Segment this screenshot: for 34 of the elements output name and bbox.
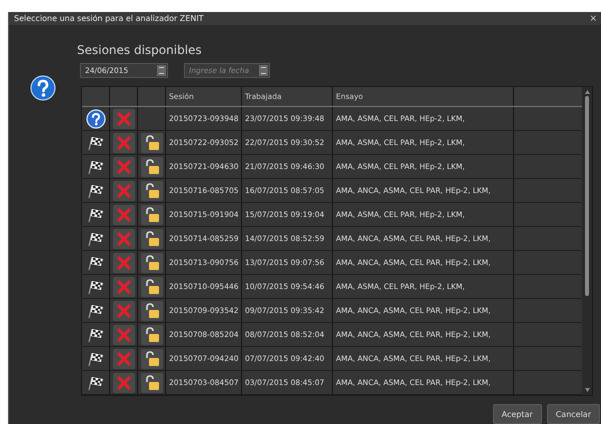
unlocked-padlock-button[interactable] xyxy=(140,180,162,200)
delete-button[interactable] xyxy=(112,180,134,200)
delete-button[interactable] xyxy=(112,228,134,248)
dialog-heading: Sesiones disponibles xyxy=(77,43,203,57)
scroll-down-icon[interactable] xyxy=(584,388,590,392)
delete-button[interactable] xyxy=(112,204,134,224)
calendar-icon[interactable] xyxy=(259,65,268,76)
unlocked-padlock-button[interactable] xyxy=(140,252,162,272)
unlocked-padlock-button[interactable] xyxy=(140,372,162,392)
unlocked-padlock-button[interactable] xyxy=(140,348,162,368)
delete-button[interactable] xyxy=(112,276,134,296)
scrollbar[interactable] xyxy=(582,87,592,395)
calendar-icon[interactable] xyxy=(157,65,166,76)
unlocked-padlock-button[interactable] xyxy=(140,300,162,320)
unlocked-padlock-button[interactable] xyxy=(140,276,162,296)
delete-button[interactable] xyxy=(112,348,134,368)
unlocked-padlock-button[interactable] xyxy=(140,132,162,152)
question-icon xyxy=(30,75,56,101)
delete-button[interactable] xyxy=(112,324,134,344)
delete-button[interactable] xyxy=(112,108,134,128)
delete-button[interactable] xyxy=(112,132,134,152)
delete-button[interactable] xyxy=(112,156,134,176)
unlocked-padlock-button[interactable] xyxy=(140,156,162,176)
unlocked-padlock-button[interactable] xyxy=(140,324,162,344)
delete-button[interactable] xyxy=(112,372,134,392)
window-title: Seleccione una sesión para el analizador ZENIT xyxy=(14,14,204,23)
accept-button[interactable]: Aceptar xyxy=(492,404,542,424)
cancel-button[interactable]: Cancelar xyxy=(546,404,600,424)
unlocked-padlock-button[interactable] xyxy=(140,204,162,224)
delete-button[interactable] xyxy=(112,252,134,272)
unlocked-padlock-button[interactable] xyxy=(140,228,162,248)
scroll-up-icon[interactable] xyxy=(584,90,590,94)
delete-button[interactable] xyxy=(112,300,134,320)
close-button[interactable]: × xyxy=(589,14,597,24)
